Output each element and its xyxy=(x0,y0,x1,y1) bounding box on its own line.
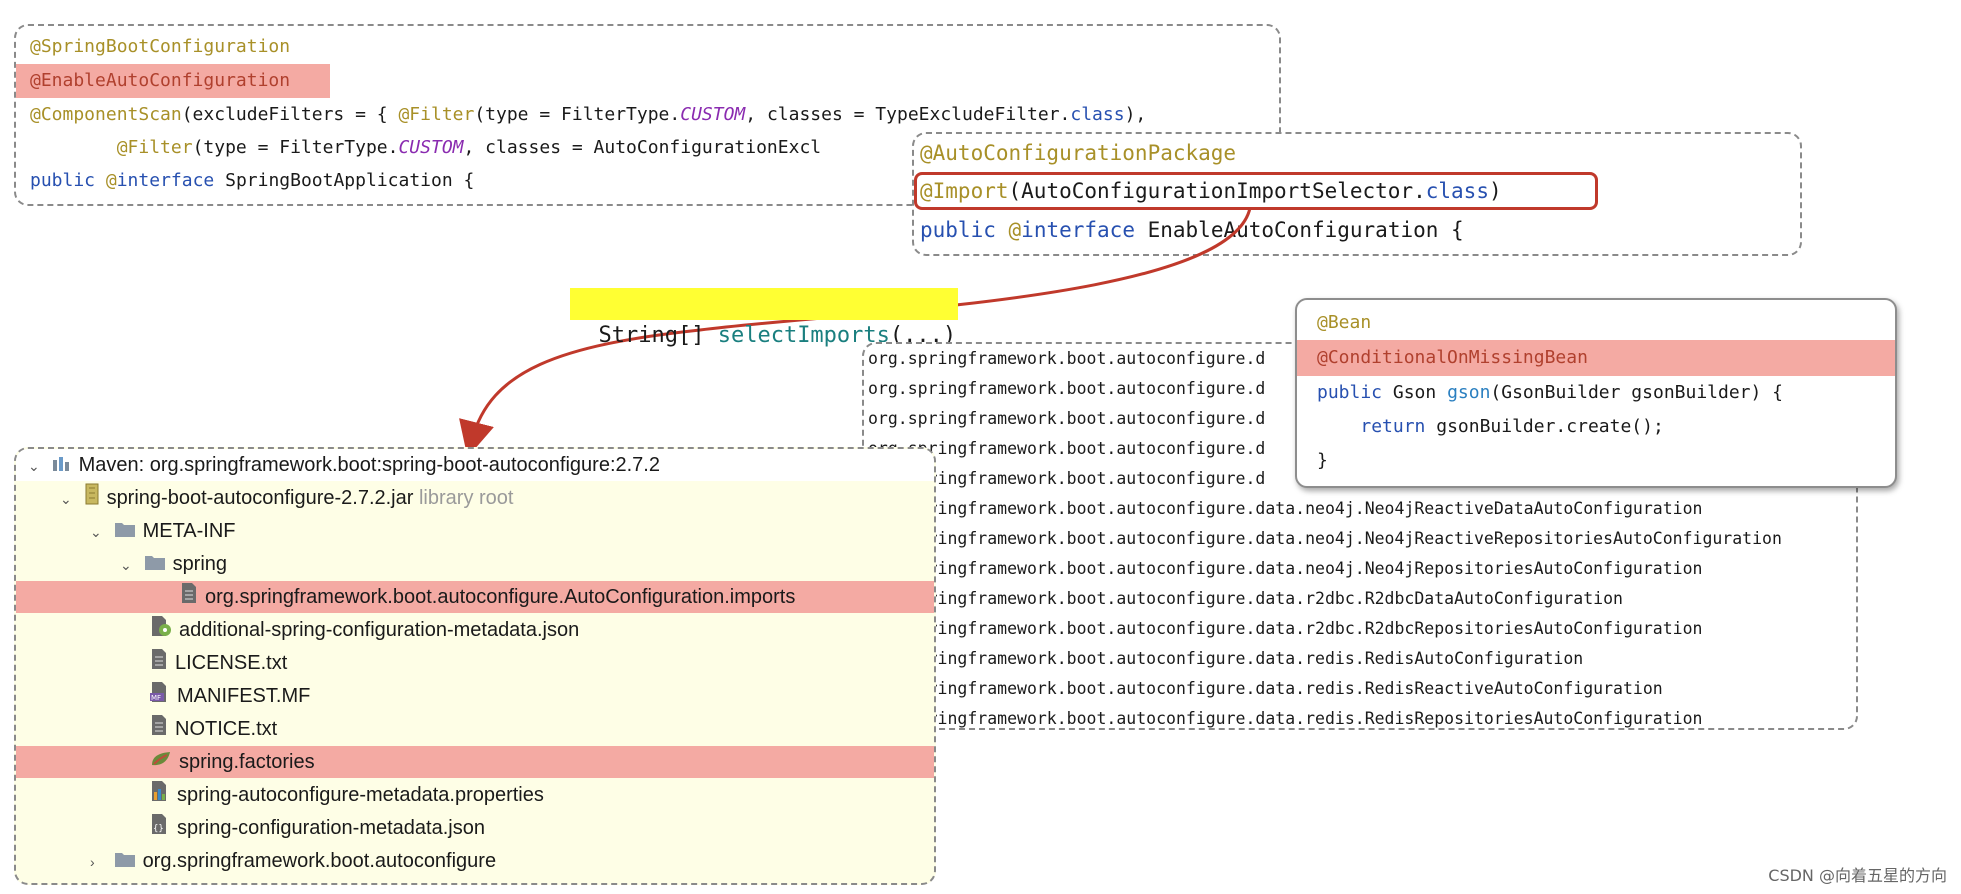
svg-text:MF: MF xyxy=(151,694,161,702)
spring-factories-icon xyxy=(150,747,172,779)
json-file-icon: {} xyxy=(150,813,170,845)
tree-row-maven[interactable]: ⌄ Maven: org.springframework.boot:spring… xyxy=(16,449,934,481)
tree-row-jar[interactable]: ⌄ spring-boot-autoconfigure-2.7.2.jar li… xyxy=(16,482,513,514)
return-type: String[] xyxy=(598,323,718,348)
import-entry: org.springframework.boot.autoconfigure.d… xyxy=(868,679,1663,698)
tree-label-package: org.springframework.boot.autoconfigure xyxy=(142,850,497,872)
import-entry: org.springframework.boot.autoconfigure.d… xyxy=(868,589,1623,608)
import-entry: org.springframework.boot.autoconfigure.d… xyxy=(868,649,1584,668)
svg-text:{}: {} xyxy=(153,824,164,834)
chevron-down-icon[interactable]: ⌄ xyxy=(120,549,138,581)
tree-row-manifest[interactable]: MF MANIFEST.MF xyxy=(16,680,310,712)
import-entry: org.springframework.boot.autoconfigure.d… xyxy=(868,559,1703,578)
tree-label-autoconfigure-metadata: spring-autoconfigure-metadata.properties xyxy=(177,784,544,806)
tree-label-license: LICENSE.txt xyxy=(175,652,288,674)
import-entry: org.springframework.boot.autoconfigure.d xyxy=(868,379,1266,398)
tree-row-imports-file[interactable]: org.springframework.boot.autoconfigure.A… xyxy=(16,581,934,613)
text-file-icon xyxy=(180,582,198,614)
bean-method-popup: @Bean @ConditionalOnMissingBean public G… xyxy=(1295,298,1897,488)
tree-row-spring-folder[interactable]: ⌄ spring xyxy=(16,548,227,580)
code-line-bean: @Bean xyxy=(1317,312,1372,333)
folder-icon xyxy=(114,846,136,878)
text-file-icon xyxy=(150,648,168,680)
project-tree: ⌄ Maven: org.springframework.boot:spring… xyxy=(16,449,934,883)
code-line-conditionalonmissingbean: @ConditionalOnMissingBean xyxy=(1297,340,1895,376)
tree-row-notice[interactable]: NOTICE.txt xyxy=(16,713,277,745)
tree-row-license[interactable]: LICENSE.txt xyxy=(16,647,287,679)
tree-label-configuration-metadata: spring-configuration-metadata.json xyxy=(177,817,485,839)
tree-label-manifest: MANIFEST.MF xyxy=(177,685,311,707)
import-entry: org.springframework.boot.autoconfigure.d xyxy=(868,409,1266,428)
chevron-right-icon[interactable]: › xyxy=(90,846,108,878)
maven-library-icon xyxy=(52,450,72,482)
chevron-down-icon[interactable]: ⌄ xyxy=(90,516,108,548)
tree-label-spring: spring xyxy=(172,553,228,575)
tree-row-meta-inf[interactable]: ⌄ META-INF xyxy=(16,515,236,547)
library-root-hint: library root xyxy=(418,487,514,509)
tree-row-package[interactable]: › org.springframework.boot.autoconfigure xyxy=(16,845,496,877)
tree-label-meta-inf: META-INF xyxy=(142,520,236,542)
tree-label-imports-file: org.springframework.boot.autoconfigure.A… xyxy=(205,586,796,608)
folder-icon xyxy=(114,516,136,548)
code-line-closing-brace: } xyxy=(1317,450,1328,471)
properties-file-icon xyxy=(150,780,170,812)
tree-row-spring-factories[interactable]: spring.factories xyxy=(16,746,934,778)
csdn-watermark: CSDN @向着五星的方向 xyxy=(1768,866,1947,885)
tree-label-notice: NOTICE.txt xyxy=(175,718,278,740)
chevron-down-icon[interactable]: ⌄ xyxy=(60,483,78,515)
import-entry: org.springframework.boot.autoconfigure.d… xyxy=(868,619,1703,638)
tree-label-spring-factories: spring.factories xyxy=(179,751,315,773)
select-imports-label: String[] selectImports(...) xyxy=(570,288,959,348)
json-config-file-icon xyxy=(150,615,172,647)
text-file-icon xyxy=(150,714,168,746)
tree-label-maven: Maven: org.springframework.boot:spring-b… xyxy=(78,454,660,476)
jar-icon xyxy=(84,483,100,515)
tree-label-jar: spring-boot-autoconfigure-2.7.2.jar xyxy=(106,487,414,509)
import-entry: org.springframework.boot.autoconfigure.d… xyxy=(868,529,1782,548)
method-name: selectImports xyxy=(717,323,890,348)
tree-row-autoconfigure-metadata[interactable]: spring-autoconfigure-metadata.properties xyxy=(16,779,544,811)
import-entry: org.springframework.boot.autoconfigure.d xyxy=(868,349,1266,368)
folder-icon xyxy=(144,549,166,581)
tree-row-configuration-metadata[interactable]: {} spring-configuration-metadata.json xyxy=(16,812,485,844)
code-line-return: return gsonBuilder.create(); xyxy=(1360,416,1664,437)
tree-row-additional-metadata[interactable]: additional-spring-configuration-metadata… xyxy=(16,614,579,646)
import-entry: org.springframework.boot.autoconfigure.d… xyxy=(868,499,1703,518)
tree-label-additional-metadata: additional-spring-configuration-metadata… xyxy=(179,619,580,641)
project-tree-panel: ⌄ Maven: org.springframework.boot:spring… xyxy=(14,447,936,885)
code-line-gson-method: public Gson gson(GsonBuilder gsonBuilder… xyxy=(1317,382,1784,403)
import-entry: org.springframework.boot.autoconfigure.d… xyxy=(868,709,1703,728)
manifest-file-icon: MF xyxy=(150,681,170,713)
chevron-down-icon[interactable]: ⌄ xyxy=(28,450,46,482)
